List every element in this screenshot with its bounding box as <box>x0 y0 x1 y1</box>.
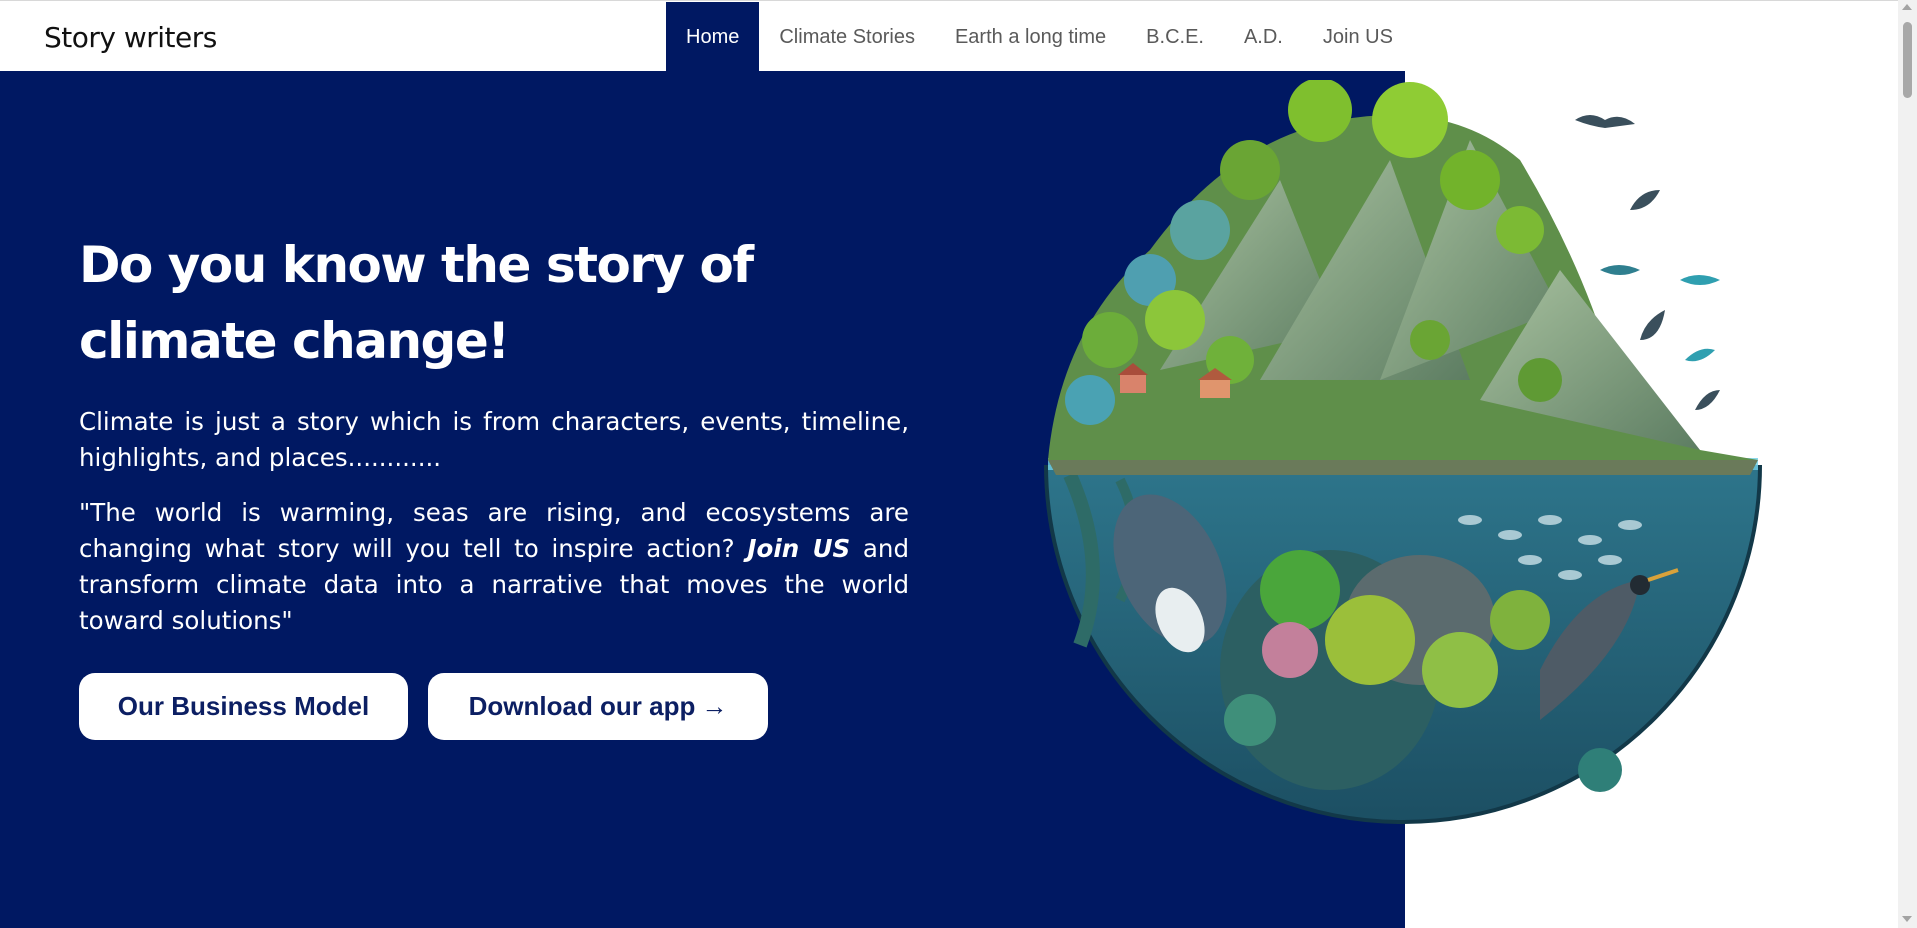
brand-logo[interactable]: Story writers <box>44 21 217 54</box>
earth-globe-illustration <box>1044 80 1762 824</box>
page: Story writers Home Climate Stories Earth… <box>0 0 1917 928</box>
nav-item-ad[interactable]: A.D. <box>1224 2 1303 72</box>
scroll-up-arrow-icon[interactable] <box>1902 4 1912 10</box>
hero-intro-text: Climate is just a story which is from ch… <box>79 407 909 472</box>
nav-item-climate-stories[interactable]: Climate Stories <box>759 2 935 72</box>
scroll-down-arrow-icon[interactable] <box>1902 916 1912 922</box>
download-app-label: Download our app <box>468 691 696 721</box>
scroll-thumb[interactable] <box>1903 22 1912 98</box>
hero-quote-text: "The world is warming, seas are rising, … <box>79 495 909 639</box>
quote-join-us-emphasis: Join US <box>747 534 851 563</box>
nav-item-earth-a-long-time[interactable]: Earth a long time <box>935 2 1126 72</box>
nav-menu: Home Climate Stories Earth a long time B… <box>666 2 1413 72</box>
hero-headline: Do you know the story of climate change! <box>79 236 754 370</box>
download-app-button[interactable]: Download our app → <box>428 673 768 740</box>
top-navbar: Story writers Home Climate Stories Earth… <box>0 0 1898 72</box>
nav-item-bce[interactable]: B.C.E. <box>1126 2 1224 72</box>
page-scrollbar[interactable] <box>1898 0 1917 928</box>
arrow-right-icon: → <box>701 691 728 721</box>
nav-item-home[interactable]: Home <box>666 2 760 72</box>
nav-item-join-us[interactable]: Join US <box>1303 2 1413 72</box>
business-model-button[interactable]: Our Business Model <box>79 673 408 740</box>
